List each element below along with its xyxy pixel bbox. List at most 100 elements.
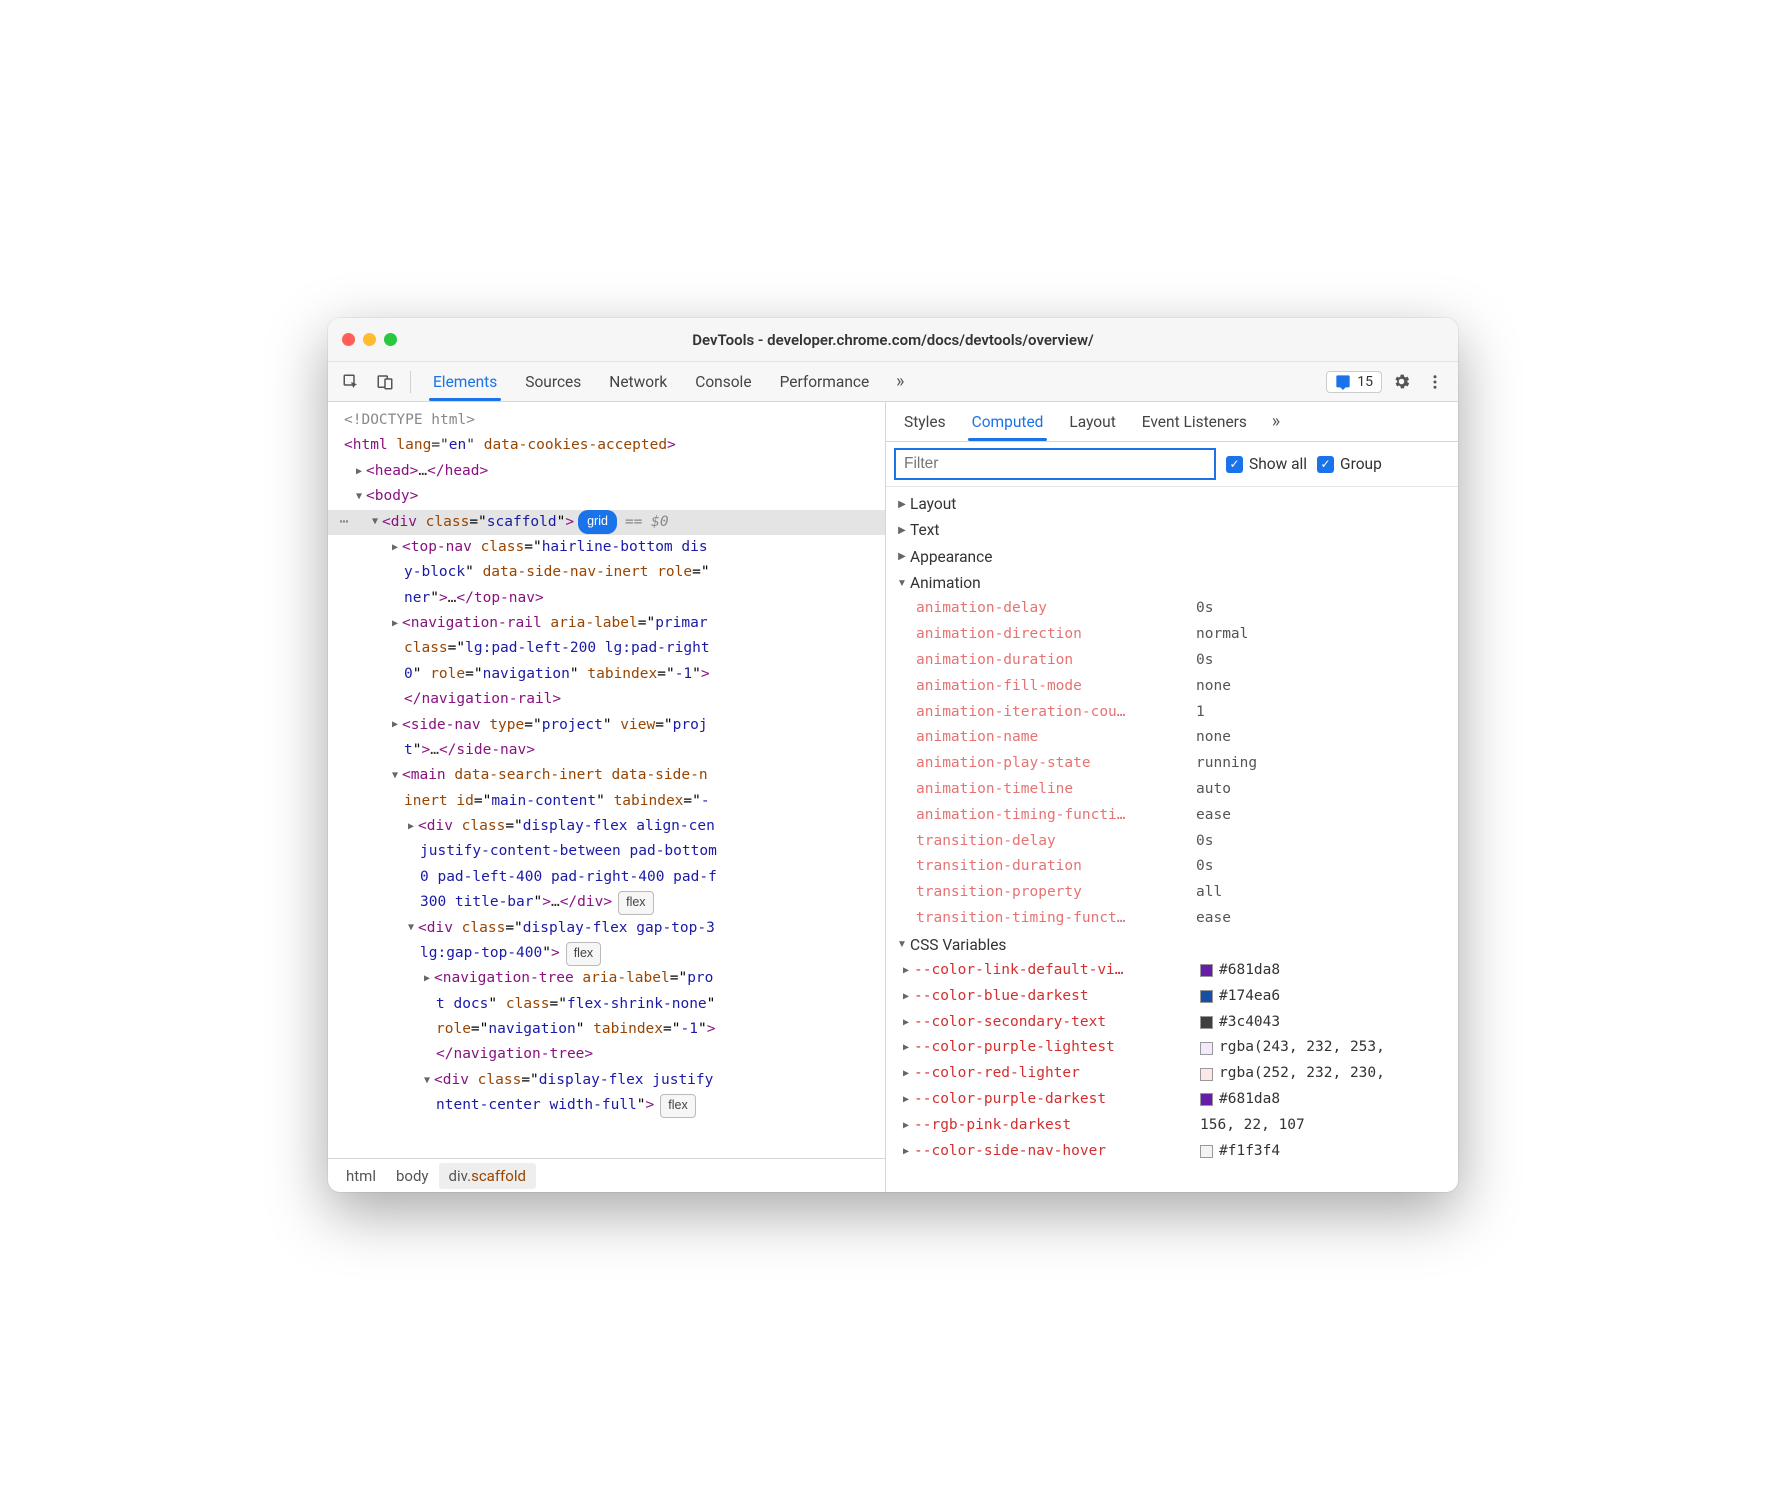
html-open[interactable]: <html lang="en" data-cookies-accepted>: [344, 433, 676, 458]
var-name: --color-link-default-vi…: [914, 958, 1200, 984]
css-variable[interactable]: ▶--rgb-pink-darkest156, 22, 107: [886, 1113, 1458, 1139]
group-appearance[interactable]: ▶Appearance: [886, 544, 1458, 570]
computed-prop[interactable]: transition-delay0s: [886, 829, 1458, 855]
close-window-button[interactable]: [342, 333, 355, 346]
expand-toggle[interactable]: ▶: [898, 1091, 914, 1109]
tab-performance[interactable]: Performance: [768, 363, 882, 401]
expand-toggle[interactable]: ▶: [898, 988, 914, 1006]
kebab-menu-icon[interactable]: [1420, 367, 1450, 397]
group-animation[interactable]: ▼Animation: [886, 570, 1458, 596]
flex-badge[interactable]: flex: [566, 942, 601, 966]
flex-badge[interactable]: flex: [618, 891, 653, 915]
flex-badge[interactable]: flex: [660, 1094, 695, 1118]
group-layout[interactable]: ▶Layout: [886, 491, 1458, 517]
expand-toggle[interactable]: ▼: [368, 513, 382, 531]
div-node[interactable]: <div class="display-flex align-cen: [418, 814, 715, 839]
computed-prop[interactable]: animation-duration0s: [886, 648, 1458, 674]
computed-prop[interactable]: animation-play-staterunning: [886, 751, 1458, 777]
expand-toggle[interactable]: ▶: [352, 463, 366, 481]
dom-tree[interactable]: <!DOCTYPE html> <html lang="en" data-coo…: [328, 402, 885, 1158]
computed-prop[interactable]: transition-propertyall: [886, 880, 1458, 906]
breadcrumb-item[interactable]: html: [336, 1163, 386, 1189]
sidenav-node[interactable]: <side-nav type="project" view="proj: [402, 713, 708, 738]
filter-bar: ✓Show all ✓Group: [886, 442, 1458, 487]
expand-toggle[interactable]: ▶: [388, 716, 402, 734]
minimize-window-button[interactable]: [363, 333, 376, 346]
expand-toggle[interactable]: ▼: [420, 1072, 434, 1090]
computed-prop[interactable]: animation-directionnormal: [886, 622, 1458, 648]
expand-toggle[interactable]: ▶: [404, 818, 418, 836]
more-tabs-icon[interactable]: »: [1261, 407, 1291, 437]
computed-list[interactable]: ▶Layout ▶Text ▶Appearance ▼Animation ani…: [886, 487, 1458, 1192]
css-variable[interactable]: ▶--color-red-lighterrgba(252, 232, 230,: [886, 1061, 1458, 1087]
expand-toggle[interactable]: ▶: [388, 539, 402, 557]
computed-prop[interactable]: animation-timing-functi…ease: [886, 803, 1458, 829]
topnav-node[interactable]: <top-nav class="hairline-bottom dis: [402, 535, 708, 560]
ellipsis-icon[interactable]: ⋯: [336, 510, 352, 535]
expand-toggle[interactable]: ▼: [352, 488, 366, 506]
tab-elements[interactable]: Elements: [421, 363, 509, 401]
css-variable[interactable]: ▶--color-purple-darkest#681da8: [886, 1087, 1458, 1113]
var-value: rgba(243, 232, 253,: [1200, 1035, 1385, 1061]
var-value: #174ea6: [1200, 984, 1280, 1010]
tab-console[interactable]: Console: [683, 363, 763, 401]
expand-toggle[interactable]: ▶: [898, 962, 914, 980]
expand-toggle[interactable]: ▼: [404, 919, 418, 937]
color-swatch: [1200, 990, 1213, 1003]
maximize-window-button[interactable]: [384, 333, 397, 346]
css-variable[interactable]: ▶--color-link-default-vi…#681da8: [886, 958, 1458, 984]
tab-network[interactable]: Network: [597, 363, 679, 401]
expand-toggle[interactable]: ▶: [898, 1143, 914, 1161]
prop-name: animation-fill-mode: [916, 674, 1196, 700]
computed-prop[interactable]: animation-delay0s: [886, 596, 1458, 622]
computed-prop[interactable]: animation-namenone: [886, 725, 1458, 751]
main-node[interactable]: <main data-search-inert data-side-n: [402, 763, 708, 788]
breadcrumb-item[interactable]: body: [386, 1163, 439, 1189]
show-all-checkbox[interactable]: ✓Show all: [1226, 455, 1307, 473]
grid-badge[interactable]: grid: [578, 510, 617, 534]
div-node[interactable]: <div class="display-flex justify: [434, 1068, 713, 1093]
color-swatch: [1200, 1068, 1213, 1081]
expand-toggle[interactable]: ▶: [898, 1014, 914, 1032]
expand-toggle[interactable]: ▶: [420, 970, 434, 988]
inspect-element-icon[interactable]: [336, 367, 366, 397]
navrail-node[interactable]: <navigation-rail aria-label="primar: [402, 611, 708, 636]
tab-layout[interactable]: Layout: [1057, 403, 1127, 441]
group-text[interactable]: ▶Text: [886, 517, 1458, 543]
var-value: 156, 22, 107: [1200, 1113, 1305, 1139]
head-node[interactable]: <head>…</head>: [366, 459, 488, 484]
computed-prop[interactable]: animation-iteration-cou…1: [886, 700, 1458, 726]
css-variable[interactable]: ▶--color-side-nav-hover#f1f3f4: [886, 1139, 1458, 1165]
breadcrumb-item-selected[interactable]: div.scaffold: [439, 1163, 536, 1189]
expand-toggle[interactable]: ▶: [388, 615, 402, 633]
computed-prop[interactable]: transition-timing-funct…ease: [886, 906, 1458, 932]
selected-node[interactable]: ⋯▼<div class="scaffold">grid== $0: [328, 510, 885, 535]
tab-sources[interactable]: Sources: [513, 363, 593, 401]
expand-toggle[interactable]: ▶: [898, 1117, 914, 1135]
css-variable[interactable]: ▶--color-secondary-text#3c4043: [886, 1010, 1458, 1036]
filter-input[interactable]: [894, 448, 1216, 480]
body-node[interactable]: <body>: [366, 484, 418, 509]
css-variable[interactable]: ▶--color-purple-lightestrgba(243, 232, 2…: [886, 1035, 1458, 1061]
computed-prop[interactable]: transition-duration0s: [886, 854, 1458, 880]
div-node[interactable]: <div class="display-flex gap-top-3: [418, 916, 715, 941]
navtree-node[interactable]: <navigation-tree aria-label="pro: [434, 966, 713, 991]
issues-badge[interactable]: 15: [1326, 371, 1382, 393]
css-variable[interactable]: ▶--color-blue-darkest#174ea6: [886, 984, 1458, 1010]
expand-toggle[interactable]: ▶: [898, 1065, 914, 1083]
var-name: --rgb-pink-darkest: [914, 1113, 1200, 1139]
expand-toggle[interactable]: ▼: [388, 767, 402, 785]
group-css-variables[interactable]: ▼CSS Variables: [886, 932, 1458, 958]
var-value: #f1f3f4: [1200, 1139, 1280, 1165]
computed-prop[interactable]: animation-timelineauto: [886, 777, 1458, 803]
styles-panel: Styles Computed Layout Event Listeners »…: [886, 402, 1458, 1192]
settings-icon[interactable]: [1386, 367, 1416, 397]
expand-toggle[interactable]: ▶: [898, 1039, 914, 1057]
more-tabs-icon[interactable]: »: [885, 367, 915, 397]
tab-event-listeners[interactable]: Event Listeners: [1130, 403, 1259, 441]
tab-styles[interactable]: Styles: [892, 403, 958, 441]
computed-prop[interactable]: animation-fill-modenone: [886, 674, 1458, 700]
group-checkbox[interactable]: ✓Group: [1317, 455, 1382, 473]
tab-computed[interactable]: Computed: [960, 403, 1056, 441]
device-toggle-icon[interactable]: [370, 367, 400, 397]
